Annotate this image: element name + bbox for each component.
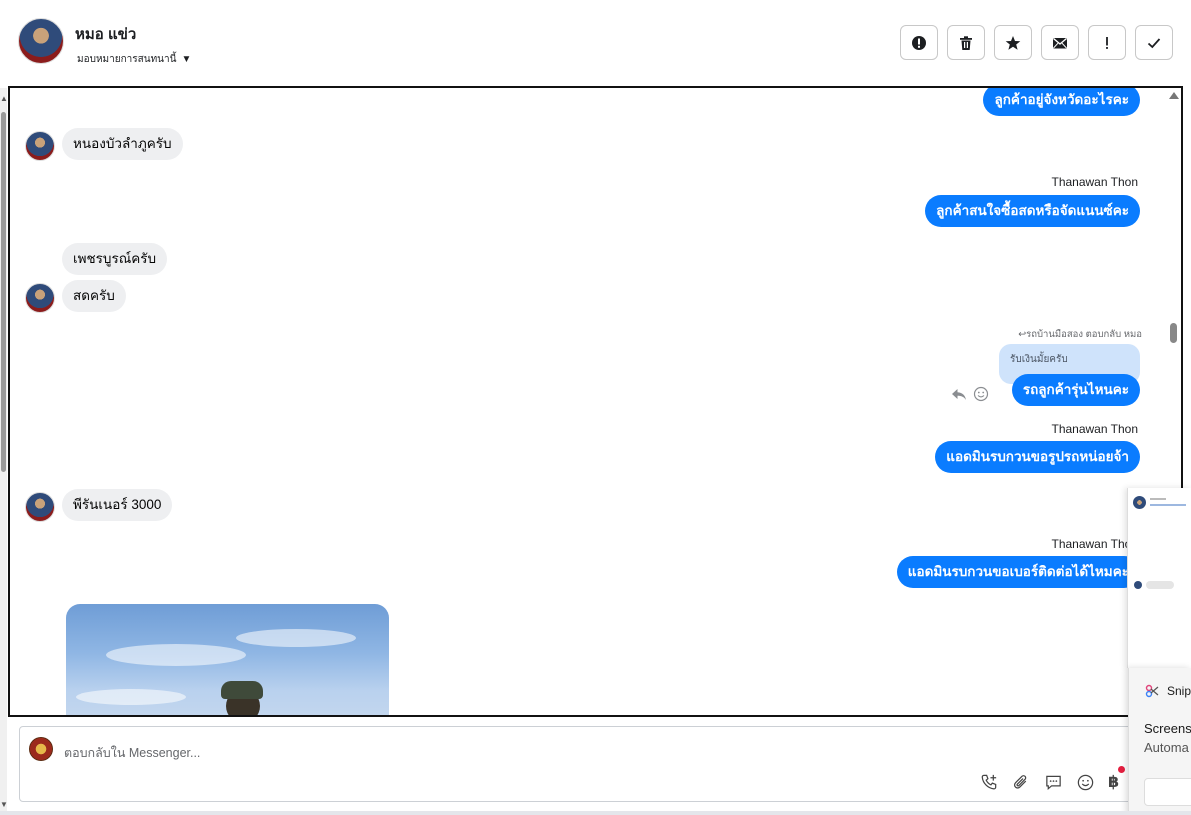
reply-composer[interactable]: ตอบกลับใน Messenger... ฿ [19,726,1139,802]
check-icon [1147,37,1161,48]
snipping-tool-icon [1145,684,1159,698]
mail-icon [1053,37,1067,48]
incoming-photo-attachment[interactable] [66,604,389,715]
outgoing-message[interactable]: แอดมินรบกวนขอรูปรถหน่อยจ้า [935,441,1140,473]
preview-avatar [1133,496,1146,509]
outgoing-message[interactable]: รถลูกค้ารุ่นไหนคะ [1011,374,1140,406]
contact-avatar-small[interactable] [25,283,55,313]
paperclip-icon[interactable] [1012,773,1031,792]
sender-name: Thanawan Thon [1051,422,1138,436]
contact-avatar[interactable] [18,18,64,64]
trash-icon [960,35,972,50]
notification-dot [1118,766,1126,773]
incoming-message[interactable]: พีรันเนอร์ 3000 [62,489,173,521]
contact-avatar-small[interactable] [25,131,55,161]
reply-arrow-icon[interactable] [951,386,967,402]
conversation-header: หมอ แข่ว มอบหมายการสนทนานี้ ▼ [8,0,1180,86]
incoming-message[interactable]: หนองบัวลำภูครับ [62,128,183,160]
window-scrollbar[interactable]: ▲ ▼ [0,88,8,815]
mark-done-button[interactable] [1135,25,1173,60]
screenshot-preview-thumbnail[interactable] [1127,488,1191,668]
incoming-message[interactable]: เพชรบูรณ์ครับ [62,243,168,275]
sender-name: Thanawan Thon [1051,537,1138,551]
saved-replies-icon[interactable] [1044,773,1063,792]
sender-name: Thanawan Thon [1051,175,1138,189]
reply-indicator-icon: ↩ [1018,329,1027,340]
photo-cloud [236,629,356,647]
phone-add-icon[interactable] [980,773,999,792]
reply-input[interactable]: ตอบกลับใน Messenger... [64,743,200,763]
scroll-up-arrow-icon[interactable] [1169,92,1179,99]
caret-down-icon: ▼ [181,54,192,65]
notification-app-name: Snip [1167,684,1191,698]
emoji-react-icon[interactable] [973,386,989,402]
photo-cap [221,681,263,699]
mark-unread-button[interactable] [1041,25,1079,60]
payment-baht-icon[interactable]: ฿ [1108,766,1126,792]
messenger-inbox-window: ▲ ▼ หมอ แข่ว มอบหมายการสนทนานี้ ▼ ลูกค้า… [0,0,1191,815]
outgoing-message[interactable]: แอดมินรบกวนขอเบอร์ติดต่อได้ไหมคะ [896,556,1140,588]
contact-avatar-small[interactable] [25,492,55,522]
scroll-down-arrow-icon[interactable]: ▼ [0,800,8,809]
message-actions [951,386,989,402]
mark-spam-button[interactable] [900,25,938,60]
outgoing-message[interactable]: ลูกค้าอยู่จังหวัดอะไรคะ [983,88,1140,116]
notification-action-button[interactable] [1144,778,1191,806]
assign-label: มอบหมายการสนทนานี้ [77,54,177,65]
scroll-up-arrow-icon[interactable]: ▲ [0,94,8,103]
emoji-icon[interactable] [1076,773,1095,792]
reply-indicator: ↩รถบ้านมือสอง ตอบกลับ หมอ [1018,327,1142,342]
exclamation-icon [1106,36,1108,49]
star-icon [1005,35,1021,50]
alert-circle-icon [912,35,926,50]
snipping-tool-notification[interactable]: Snip Screens Automa [1128,668,1191,815]
thread-scrollbar-thumb[interactable] [1170,323,1177,343]
delete-button[interactable] [947,25,985,60]
notification-title: Screens [1144,721,1191,736]
star-button[interactable] [994,25,1032,60]
preview-line [1150,498,1166,500]
outgoing-message[interactable]: ลูกค้าสนใจซื้อสดหรือจัดแนนซ์คะ [925,195,1140,227]
follow-up-button[interactable] [1088,25,1126,60]
preview-line [1150,504,1186,506]
preview-bubble [1146,581,1174,589]
scrollbar-thumb[interactable] [1,112,6,472]
contact-name[interactable]: หมอ แข่ว [75,22,136,46]
notification-body: Automa [1144,740,1189,755]
conversation-toolbar [900,25,1173,60]
assign-conversation-dropdown[interactable]: มอบหมายการสนทนานี้ ▼ [77,52,191,67]
preview-avatar-small [1134,581,1142,589]
reply-indicator-text: รถบ้านมือสอง ตอบกลับ หมอ [1026,329,1142,340]
bottom-border [0,811,1191,815]
photo-cloud [76,689,186,705]
incoming-message[interactable]: สดครับ [62,280,126,312]
page-avatar [29,737,53,761]
photo-cloud [106,644,246,666]
message-thread[interactable]: ลูกค้าอยู่จังหวัดอะไรคะ หนองบัวลำภูครับ … [8,86,1183,717]
composer-tools: ฿ [980,766,1126,792]
